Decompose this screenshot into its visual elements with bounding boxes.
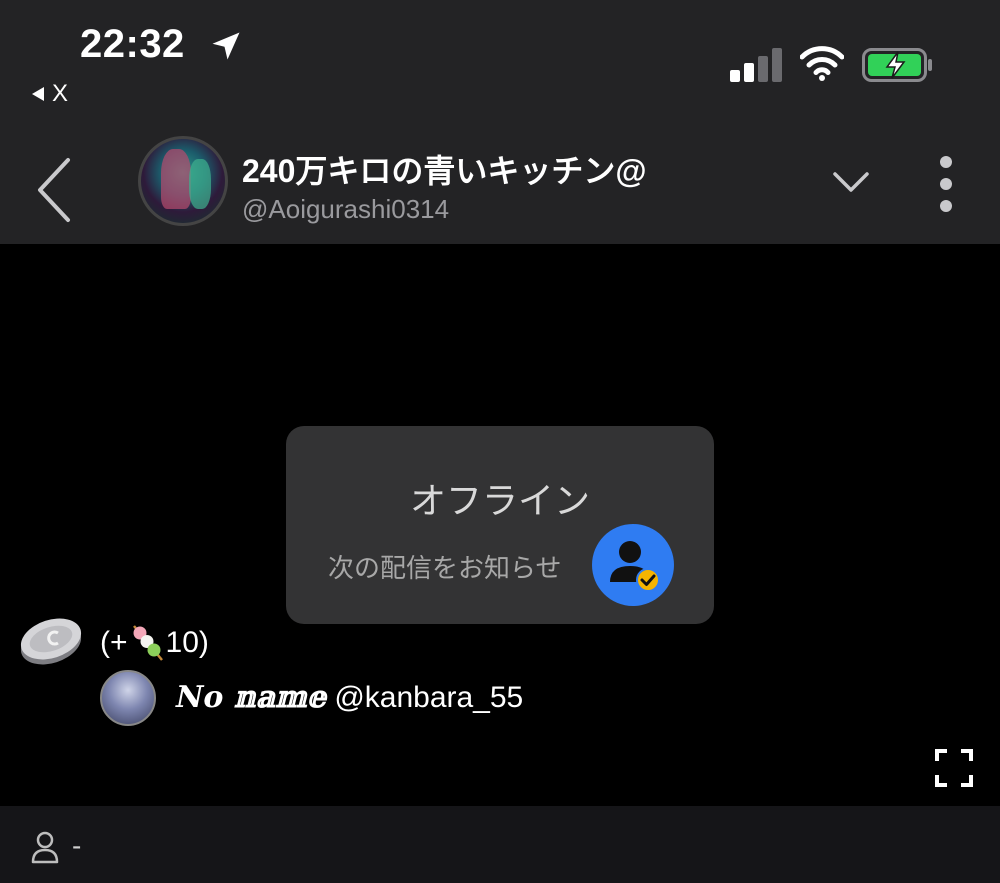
user-check-icon [610, 541, 660, 592]
fullscreen-icon[interactable] [934, 748, 974, 788]
offline-title: オフライン [409, 480, 590, 521]
battery-charging-icon [862, 48, 932, 82]
back-app-label: X [52, 80, 69, 107]
channel-name[interactable]: 240万キロの青いキッチン@ [242, 146, 647, 192]
status-bar: 22:32 X [0, 0, 1000, 110]
person-icon [31, 831, 59, 864]
commenter-display-name: 𝑵𝒐 𝕟𝕒𝕞𝕖 [176, 680, 326, 715]
status-time: 22:32 [80, 22, 185, 66]
channel-avatar[interactable] [138, 136, 228, 226]
chevron-down-icon[interactable] [832, 168, 870, 196]
back-chevron-icon[interactable] [34, 156, 74, 224]
offline-card: オフライン 次の配信をお知らせ [286, 426, 714, 624]
commenter-name[interactable]: 𝑵𝒐 𝕟𝕒𝕞𝕖 @kanbara_55 [176, 680, 523, 715]
gift-amount: 10) [165, 626, 209, 659]
wifi-icon [800, 46, 844, 81]
commenter-avatar[interactable] [100, 670, 156, 726]
gift-message: (+ 10) [100, 624, 209, 662]
gift-prefix: (+ [100, 626, 128, 659]
bottom-bar: - [0, 806, 1000, 883]
cellular-signal-icon [730, 48, 782, 82]
channel-handle: @Aoigurashi0314 [242, 194, 450, 224]
back-to-app-button[interactable]: X [32, 80, 68, 108]
more-vertical-icon[interactable] [934, 154, 958, 214]
notify-button[interactable] [592, 524, 674, 606]
coin-icon [20, 618, 82, 665]
viewer-count: - [72, 830, 82, 861]
notify-label: 次の配信をお知らせ [328, 553, 562, 583]
back-triangle-icon [32, 87, 44, 101]
channel-header: 240万キロの青いキッチン@ @Aoigurashi0314 [0, 110, 1000, 244]
location-arrow-icon [212, 32, 240, 60]
dango-icon [132, 625, 163, 661]
commenter-handle: @kanbara_55 [334, 681, 524, 714]
